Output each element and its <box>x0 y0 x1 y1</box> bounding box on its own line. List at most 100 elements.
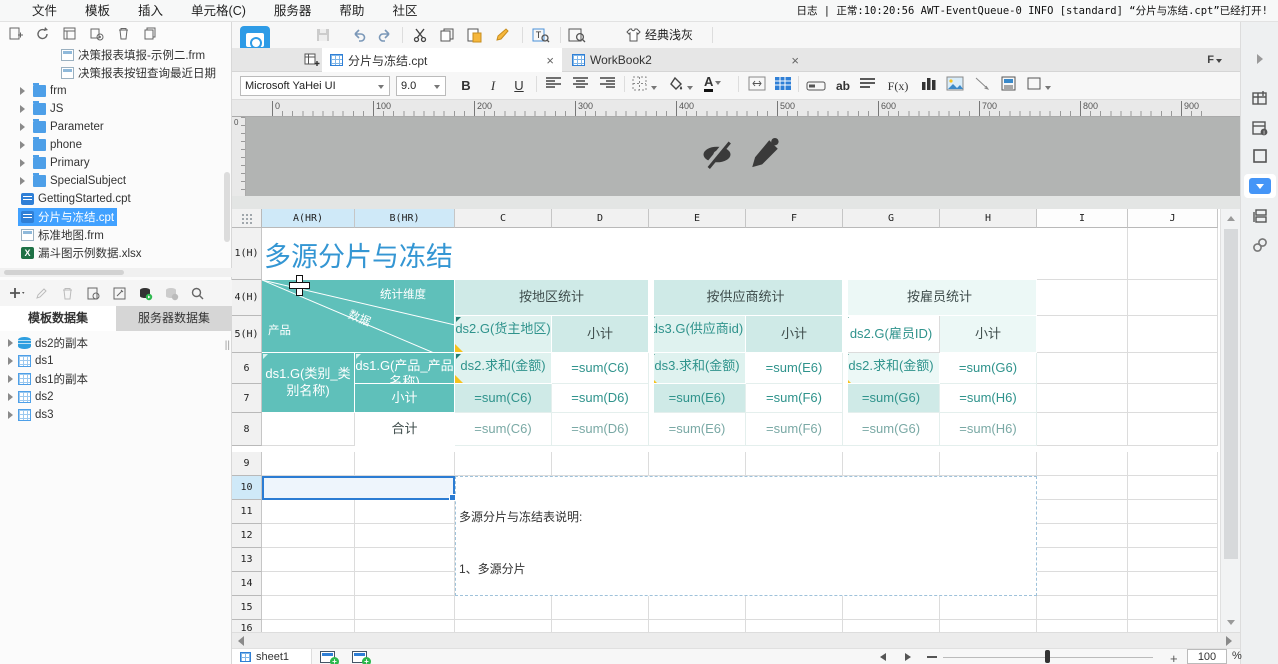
grid-cell[interactable] <box>262 413 355 446</box>
column-header-G[interactable]: G <box>843 209 940 228</box>
file-tree-hscrollbar[interactable] <box>0 268 232 277</box>
report-cell[interactable]: 小计 <box>552 316 649 353</box>
grid-cell[interactable] <box>1128 452 1218 476</box>
menu-item-5[interactable]: 帮助 <box>325 0 378 22</box>
edit-connection-icon[interactable] <box>112 286 127 301</box>
insert-shape-icon[interactable] <box>1026 76 1051 94</box>
report-cell[interactable]: ds3.G(供应商id) <box>649 316 746 353</box>
column-header-B(HR)[interactable]: B(HR) <box>355 209 455 228</box>
tab-workbook2[interactable]: WorkBook2 × <box>564 48 807 72</box>
report-cell[interactable]: ds2.求和(金额) <box>455 353 552 384</box>
row-header-7[interactable]: 7 <box>232 384 262 413</box>
row-header-10[interactable]: 10 <box>232 476 262 500</box>
column-header-H[interactable]: H <box>940 209 1037 228</box>
grid-cell[interactable] <box>1128 572 1218 596</box>
report-cell[interactable]: ds2.G(雇员ID) <box>843 316 940 353</box>
report-cell[interactable]: 按雇员统计 <box>843 280 1037 316</box>
grid-cell[interactable] <box>1128 500 1218 524</box>
cell-selection[interactable] <box>262 476 456 501</box>
redo-icon[interactable] <box>377 27 392 42</box>
select-all-corner[interactable] <box>232 209 262 228</box>
grid-cell[interactable] <box>1037 524 1128 548</box>
cell-attributes-icon[interactable] <box>1241 85 1278 111</box>
zoom-out-icon[interactable] <box>927 656 937 658</box>
report-cell[interactable]: =sum(E6) <box>746 353 843 384</box>
report-cell[interactable]: =sum(H6) <box>940 413 1037 446</box>
menu-item-3[interactable]: 单元格(C) <box>177 0 260 22</box>
theme-icon[interactable] <box>625 27 641 42</box>
tree-item[interactable]: JS <box>0 100 232 118</box>
grid-cell[interactable] <box>355 596 455 620</box>
grid-cell[interactable] <box>1128 476 1218 500</box>
pencil-icon[interactable] <box>748 135 782 174</box>
align-right-icon[interactable] <box>599 76 616 94</box>
grid-cell[interactable] <box>355 524 455 548</box>
delete-icon[interactable] <box>116 26 131 41</box>
menu-item-1[interactable]: 模板 <box>71 0 124 22</box>
row-header-11[interactable]: 11 <box>232 500 262 524</box>
paste-icon[interactable] <box>466 27 482 43</box>
grid-cell[interactable] <box>1037 384 1128 413</box>
grid-cell[interactable] <box>455 620 552 632</box>
report-cell[interactable]: ds1.G(产品_产品名称) <box>355 353 455 384</box>
grid-cell[interactable] <box>552 596 649 620</box>
tree-item[interactable]: phone <box>0 136 232 154</box>
expand-arrow-icon[interactable] <box>20 105 25 113</box>
formula-button[interactable]: F(x) <box>882 76 914 96</box>
grid-cell[interactable] <box>1128 620 1218 632</box>
grid-cell[interactable] <box>262 500 355 524</box>
sheet-tab[interactable]: sheet1 <box>232 649 312 664</box>
dataset-item[interactable]: ds1 <box>0 352 232 370</box>
grid-cell[interactable] <box>940 620 1037 632</box>
grid-cell[interactable] <box>262 620 355 632</box>
underline-button[interactable]: U <box>508 76 530 96</box>
new-workbook-icon[interactable] <box>304 53 320 68</box>
cut-icon[interactable] <box>412 27 427 43</box>
settings-icon[interactable] <box>89 26 104 41</box>
grid-cell[interactable] <box>455 452 552 476</box>
row-header-15[interactable]: 15 <box>232 596 262 620</box>
grid-cell[interactable] <box>1037 353 1128 384</box>
tree-item[interactable]: 决策报表填报-示例二.frm <box>0 46 232 64</box>
grid-cell[interactable] <box>1128 316 1218 353</box>
zoom-find-icon[interactable] <box>568 27 586 43</box>
report-cell[interactable]: =sum(D6) <box>552 384 649 413</box>
row-header-12[interactable]: 12 <box>232 524 262 548</box>
grid-cell[interactable] <box>843 620 940 632</box>
rich-text-icon[interactable] <box>859 76 876 94</box>
grid-cell[interactable] <box>1128 384 1218 413</box>
scrollbar-thumb[interactable] <box>1224 229 1238 559</box>
dataset-item[interactable]: ds2 <box>0 388 232 406</box>
export-icon[interactable]: F <box>1207 54 1222 66</box>
layers-icon[interactable] <box>1241 203 1278 229</box>
freeze-grid-icon[interactable] <box>774 76 792 95</box>
grid-cell[interactable] <box>940 596 1037 620</box>
row-header-6[interactable]: 6 <box>232 353 262 384</box>
copy-icon[interactable] <box>143 26 158 41</box>
horizontal-scrollbar[interactable] <box>232 632 1240 648</box>
expand-arrow-icon[interactable] <box>8 339 13 347</box>
expand-arrow-icon[interactable] <box>20 123 25 131</box>
font-family-select[interactable]: Microsoft YaHei UI <box>240 76 390 96</box>
align-center-icon[interactable] <box>572 76 589 94</box>
grid-cell[interactable] <box>355 572 455 596</box>
scroll-down-icon[interactable] <box>1227 620 1235 625</box>
image-icon[interactable] <box>946 76 964 94</box>
grid-cell[interactable] <box>552 452 649 476</box>
row-header-16[interactable]: 16 <box>232 620 262 632</box>
report-cell[interactable]: =sum(C6) <box>455 384 552 413</box>
tab-fragment-freeze[interactable]: 分片与冻结.cpt × <box>322 48 562 72</box>
report-cell[interactable]: 小计 <box>746 316 843 353</box>
grid-cell[interactable] <box>1128 228 1218 280</box>
tab-server-datasets[interactable]: 服务器数据集 <box>116 306 232 331</box>
column-header-F[interactable]: F <box>746 209 843 228</box>
theme-name-label[interactable]: 经典浅灰 <box>645 22 693 48</box>
spreadsheet[interactable]: 多源分片与冻结 统计维度 数据 产品 多源分片与冻结表说明: 1、多源分片 该表… <box>232 209 1240 632</box>
eye-off-icon[interactable] <box>698 135 736 174</box>
report-cell[interactable]: ds1.G(类别_类别名称) <box>262 353 355 413</box>
grid-cell[interactable] <box>355 548 455 572</box>
grid-cell[interactable] <box>1037 572 1128 596</box>
scroll-left-icon[interactable] <box>238 636 244 646</box>
copy-icon[interactable] <box>439 27 454 42</box>
grid-cell[interactable] <box>262 452 355 476</box>
